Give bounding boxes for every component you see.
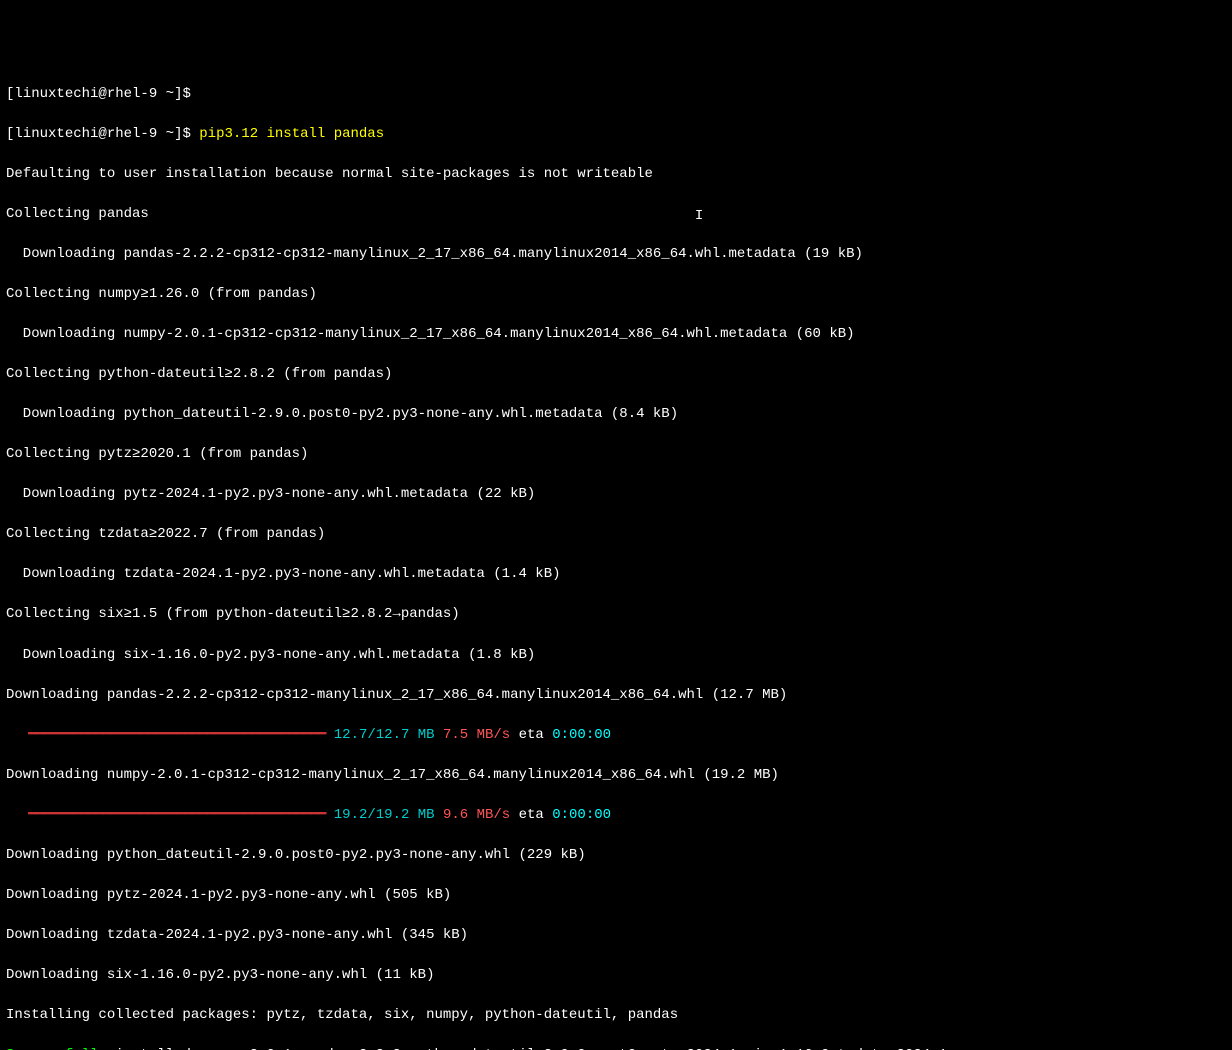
output-line: Downloading pandas-2.2.2-cp312-cp312-man… (6, 244, 1226, 264)
prompt-path: ~ (166, 86, 174, 102)
output-line: Downloading six-1.16.0-py2.py3-none-any.… (6, 965, 1226, 985)
prompt-host: rhel-9 (107, 86, 157, 102)
output-line: Collecting pytz≥2020.1 (from pandas) (6, 444, 1226, 464)
output-line: Collecting tzdata≥2022.7 (from pandas) (6, 524, 1226, 544)
progress-speed: 9.6 MB/s (435, 807, 511, 823)
progress-eta-label: eta (510, 807, 552, 823)
output-line: Downloading pytz-2024.1-py2.py3-none-any… (6, 885, 1226, 905)
output-line: Collecting numpy≥1.26.0 (from pandas) (6, 284, 1226, 304)
success-label: Successfully (6, 1047, 107, 1050)
prompt-symbol: $ (182, 86, 190, 102)
prompt-user: linuxtechi (14, 86, 98, 102)
output-line: Downloading pytz-2024.1-py2.py3-none-any… (6, 484, 1226, 504)
output-line: Collecting pandas I (6, 204, 1226, 224)
progress-size: 19.2/19.2 MB (325, 807, 434, 823)
progress-size: 12.7/12.7 MB (325, 727, 434, 743)
output-line: Collecting six≥1.5 (from python-dateutil… (6, 604, 1226, 624)
progress-speed: 7.5 MB/s (435, 727, 511, 743)
prompt-line-1: [linuxtechi@rhel-9 ~]$ (6, 84, 1226, 104)
prompt-path: ~ (166, 126, 174, 142)
command-input: pip3.12 install pandas (199, 126, 384, 142)
output-line: Downloading numpy-2.0.1-cp312-cp312-many… (6, 765, 1226, 785)
prompt-host: rhel-9 (107, 126, 157, 142)
progress-bar: ━━━━━━━━━━━━━━━━━━━━━━━━━━━━━━━━━━━━━━━━ (6, 727, 325, 743)
prompt-line-2[interactable]: [linuxtechi@rhel-9 ~]$ pip3.12 install p… (6, 124, 1226, 144)
progress-bar: ━━━━━━━━━━━━━━━━━━━━━━━━━━━━━━━━━━━━━━━━ (6, 807, 325, 823)
success-line: Successfully installed numpy-2.0.1 panda… (6, 1045, 1226, 1050)
progress-eta: 0:00:00 (552, 727, 611, 743)
output-line: Downloading pandas-2.2.2-cp312-cp312-man… (6, 685, 1226, 705)
text-cursor-icon: I (149, 206, 704, 226)
prompt-user: linuxtechi (14, 126, 98, 142)
progress-line: ━━━━━━━━━━━━━━━━━━━━━━━━━━━━━━━━━━━━━━━━… (6, 805, 1226, 825)
output-line: Downloading python_dateutil-2.9.0.post0-… (6, 404, 1226, 424)
output-line: Installing collected packages: pytz, tzd… (6, 1005, 1226, 1025)
output-line: Downloading tzdata-2024.1-py2.py3-none-a… (6, 564, 1226, 584)
output-line: Downloading tzdata-2024.1-py2.py3-none-a… (6, 925, 1226, 945)
prompt-symbol: $ (182, 126, 190, 142)
output-line: Downloading numpy-2.0.1-cp312-cp312-many… (6, 324, 1226, 344)
progress-line: ━━━━━━━━━━━━━━━━━━━━━━━━━━━━━━━━━━━━━━━━… (6, 725, 1226, 745)
output-line: Defaulting to user installation because … (6, 164, 1226, 184)
progress-eta-label: eta (510, 727, 552, 743)
output-line: Collecting python-dateutil≥2.8.2 (from p… (6, 364, 1226, 384)
progress-eta: 0:00:00 (552, 807, 611, 823)
output-line: Downloading python_dateutil-2.9.0.post0-… (6, 845, 1226, 865)
output-line: Downloading six-1.16.0-py2.py3-none-any.… (6, 645, 1226, 665)
success-text: installed numpy-2.0.1 pandas-2.2.2 pytho… (107, 1047, 947, 1050)
